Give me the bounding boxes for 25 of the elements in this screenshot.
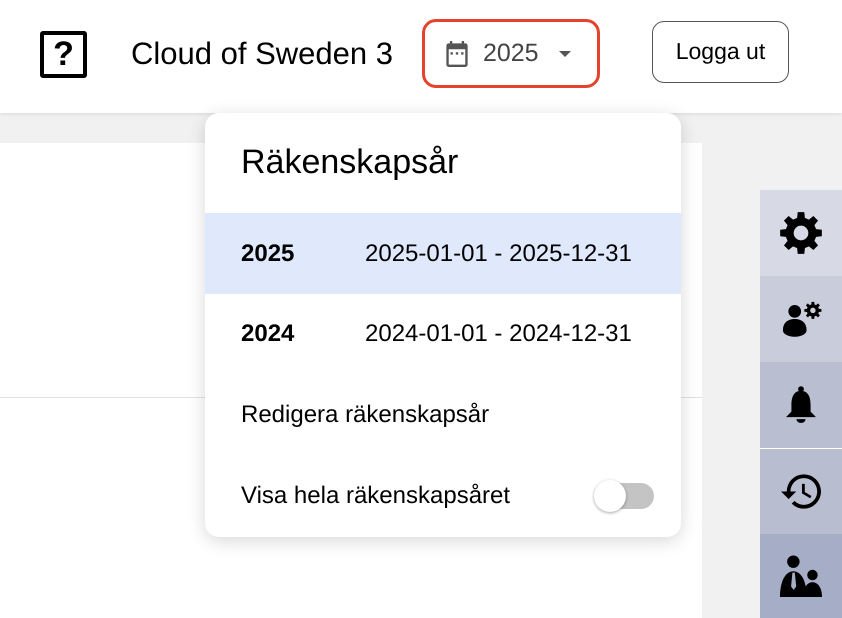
app-title: Cloud of Sweden 3 bbox=[131, 36, 393, 72]
calendar-icon bbox=[444, 40, 469, 66]
sidebar-button[interactable] bbox=[760, 448, 842, 534]
date-range: 2025-01-01 - 2025-12-31 bbox=[365, 240, 632, 268]
question-mark-logo: ? bbox=[40, 31, 87, 78]
user-gear-icon bbox=[782, 300, 822, 338]
history-icon bbox=[781, 474, 821, 509]
date-range: 2024-01-01 - 2024-12-31 bbox=[365, 320, 632, 348]
menu-title: Räkenskapsår bbox=[241, 142, 458, 182]
year-selector[interactable]: 2025 bbox=[422, 19, 600, 88]
people-icon bbox=[779, 555, 823, 597]
full-year-toggle[interactable] bbox=[594, 480, 656, 512]
year-label: 2024 bbox=[241, 320, 296, 348]
toggle-label: Visa hela räkenskapsåret bbox=[241, 482, 510, 510]
logout-button[interactable]: Logga ut bbox=[652, 20, 789, 82]
edit-fiscal-years-item[interactable]: Redigera räkenskapsår bbox=[241, 400, 490, 428]
sidebar-button[interactable] bbox=[760, 276, 842, 362]
fiscal-year-option[interactable]: 2025 2025-01-01 - 2025-12-31 bbox=[205, 213, 681, 294]
fiscal-year-option[interactable]: 2024 2024-01-01 - 2024-12-31 bbox=[205, 294, 681, 374]
sidebar-button[interactable] bbox=[760, 362, 842, 448]
sidebar-button[interactable] bbox=[760, 190, 842, 276]
year-label: 2025 bbox=[241, 240, 296, 268]
caret-icon bbox=[558, 50, 571, 56]
sidebar-button[interactable] bbox=[760, 534, 842, 618]
gear-icon bbox=[779, 211, 823, 255]
